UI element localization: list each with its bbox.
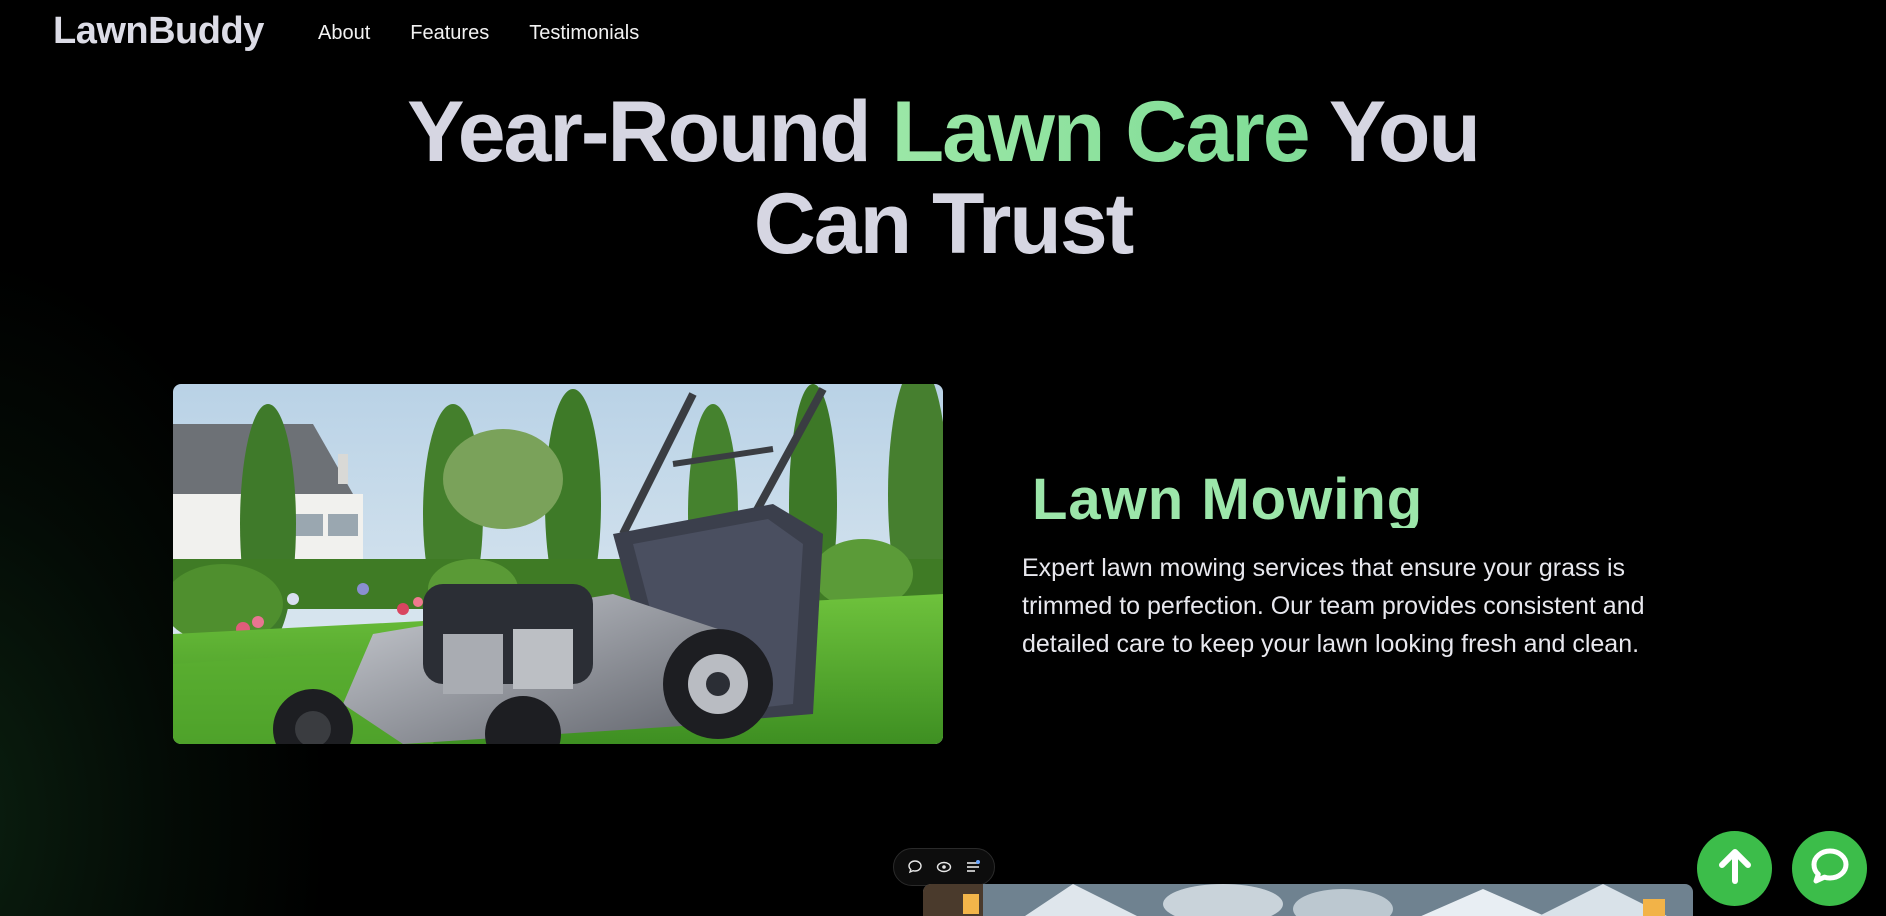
brand-logo[interactable]: LawnBuddy: [53, 10, 264, 53]
chat-button[interactable]: [1792, 831, 1867, 906]
arrow-up-icon: [1714, 845, 1756, 892]
floating-toolbar: [893, 848, 995, 886]
hero-text-part2: You: [1328, 84, 1481, 180]
nav-link-testimonials[interactable]: Testimonials: [529, 22, 639, 45]
page: LawnBuddy About Features Testimonials Ye…: [0, 0, 1886, 916]
hero-accent-text: Lawn Care: [891, 84, 1311, 180]
top-navigation: LawnBuddy About Features Testimonials: [0, 0, 1886, 70]
nav-links: About Features Testimonials: [318, 22, 639, 45]
nav-link-about[interactable]: About: [318, 22, 370, 45]
lawn-mowing-image: [173, 384, 943, 744]
comment-icon[interactable]: [903, 855, 927, 879]
eye-icon[interactable]: [932, 855, 956, 879]
hero-text-line2: Can Trust: [753, 176, 1135, 272]
scroll-to-top-button[interactable]: [1697, 831, 1772, 906]
hero-heading: Year-Round Lawn Care You Can Trust: [0, 86, 1886, 270]
hero-text-part1: Year-Round: [407, 84, 872, 180]
chat-bubble-icon: [1809, 845, 1851, 892]
menu-lines-icon[interactable]: [961, 855, 985, 879]
feature-description: Expert lawn mowing services that ensure …: [1022, 554, 1645, 658]
second-feature-image: [923, 884, 1693, 916]
nav-link-features[interactable]: Features: [410, 22, 489, 45]
feature-title: Lawn Mowing: [1032, 467, 1424, 528]
